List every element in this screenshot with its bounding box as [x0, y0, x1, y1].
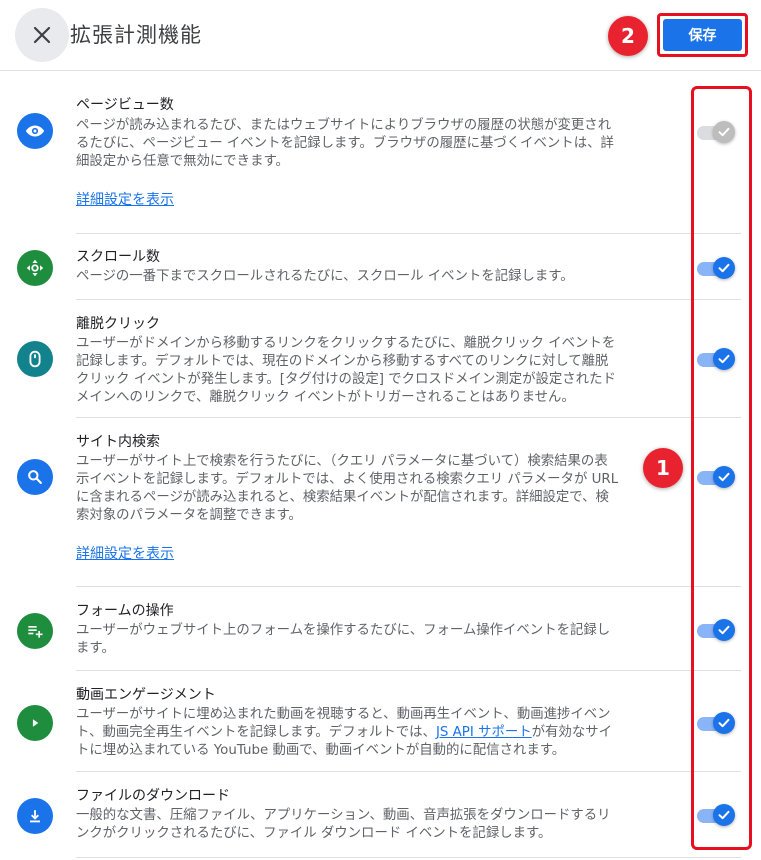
check-icon [718, 354, 730, 364]
setting-row-scrolls: スクロール数 ページの一番下までスクロールされるたびに、スクロール イベントを記… [0, 234, 761, 300]
toggle-file-downloads[interactable] [697, 803, 739, 827]
toggle-form-interactions[interactable] [697, 618, 739, 642]
setting-title: ファイルのダウンロード [76, 788, 230, 804]
setting-title: 離脱クリック [76, 316, 160, 332]
toggle-outbound-clicks[interactable] [697, 347, 739, 371]
toggle-site-search[interactable] [697, 465, 739, 489]
dialog-header: 拡張計測機能 2 保存 [0, 0, 761, 71]
close-button[interactable] [15, 8, 69, 62]
scroll-crosshair-icon [17, 250, 53, 286]
annotation-badge-save: 2 [608, 16, 648, 56]
setting-title: スクロール数 [76, 249, 160, 265]
setting-row-form-interactions: フォームの操作 ユーザーがウェブサイト上のフォームを操作するたびに、フォーム操作… [0, 587, 761, 671]
check-icon [718, 718, 730, 728]
setting-description: ユーザーがサイトに埋め込まれた動画を視聴すると、動画再生イベント、動画進捗イベン… [76, 707, 612, 758]
eye-icon [17, 113, 53, 149]
setting-description: ユーザーがウェブサイト上のフォームを操作するたびに、フォーム操作イベントを記録し… [76, 623, 611, 656]
download-icon [17, 798, 53, 834]
check-icon [718, 625, 730, 635]
mouse-icon [17, 341, 53, 377]
save-button[interactable]: 保存 [663, 19, 742, 51]
setting-description: ユーザーがサイト上で検索を行うたびに、（クエリ パラメータに基づいて）検索結果の… [76, 454, 619, 523]
js-api-support-link[interactable]: JS API サポート [436, 725, 532, 740]
toggle-video-engagement[interactable] [697, 711, 739, 735]
save-highlight-frame: 保存 [657, 13, 748, 57]
close-icon [33, 26, 51, 44]
setting-title: サイト内検索 [76, 434, 160, 450]
setting-row-site-search: サイト内検索 ユーザーがサイト上で検索を行うたびに、（クエリ パラメータに基づい… [0, 418, 761, 587]
form-add-icon [17, 613, 53, 649]
setting-description: ユーザーがドメインから移動するリンクをクリックするたびに、離脱クリック イベント… [76, 336, 616, 405]
search-icon [17, 459, 53, 495]
setting-title: 動画エンゲージメント [76, 687, 216, 703]
setting-title: フォームの操作 [76, 603, 174, 619]
show-advanced-settings-link[interactable]: 詳細設定を表示 [76, 543, 174, 563]
toggle-scrolls[interactable] [697, 256, 739, 280]
setting-row-file-downloads: ファイルのダウンロード 一般的な文書、圧縮ファイル、アプリケーション、動画、音声… [0, 772, 761, 858]
show-advanced-settings-link[interactable]: 詳細設定を表示 [76, 189, 174, 209]
setting-row-video-engagement: 動画エンゲージメント ユーザーがサイトに埋め込まれた動画を視聴すると、動画再生イ… [0, 671, 761, 772]
setting-row-page-views: ページビュー数 ページが読み込まれるたび、またはウェブサイトによりブラウザの履歴… [0, 71, 761, 234]
check-icon [718, 263, 730, 273]
toggle-page-views[interactable] [697, 120, 739, 144]
annotation-badge-toggles: 1 [643, 448, 683, 488]
setting-row-outbound-clicks: 離脱クリック ユーザーがドメインから移動するリンクをクリックするたびに、離脱クリ… [0, 300, 761, 418]
play-icon [17, 705, 53, 741]
setting-description: ページが読み込まれるたび、またはウェブサイトによりブラウザの履歴の状態が変更され… [76, 118, 614, 169]
check-icon [718, 127, 730, 137]
setting-description: ページの一番下までスクロールされるたびに、スクロール イベントを記録します。 [76, 269, 574, 284]
check-icon [718, 810, 730, 820]
page-title: 拡張計測機能 [70, 23, 202, 47]
check-icon [718, 472, 730, 482]
setting-description: 一般的な文書、圧縮ファイル、アプリケーション、動画、音声拡張をダウンロードするリ… [76, 808, 611, 841]
setting-title: ページビュー数 [76, 97, 174, 113]
